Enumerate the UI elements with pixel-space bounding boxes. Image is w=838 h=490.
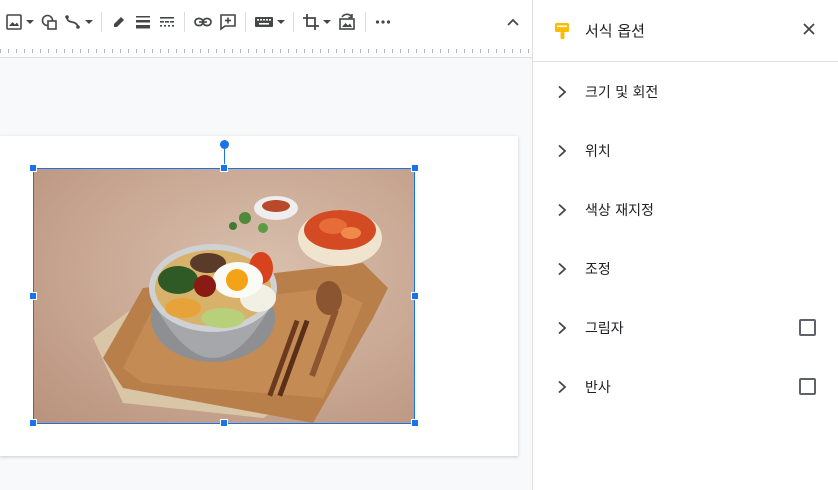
- replace-image-button[interactable]: [334, 7, 360, 37]
- crop-icon: [303, 14, 319, 30]
- section-position[interactable]: 위치: [533, 121, 838, 180]
- pen-color-icon: [114, 17, 124, 27]
- crop-button[interactable]: [299, 7, 334, 37]
- slides-editor: 서식 옵션 크기 및 회전 위치 색상 재지정 조정 그림자 반사: [0, 0, 838, 490]
- chevron-right-icon: [558, 262, 567, 275]
- chevron-right-icon: [558, 85, 567, 98]
- section-size-rotation[interactable]: 크기 및 회전: [533, 62, 838, 121]
- image-selection-border: [33, 168, 415, 424]
- line-button[interactable]: [61, 7, 96, 37]
- section-label: 위치: [585, 143, 611, 160]
- section-adjustments[interactable]: 조정: [533, 239, 838, 298]
- add-comment-button[interactable]: [216, 7, 240, 37]
- alt-text-button[interactable]: [251, 7, 288, 37]
- resize-handle-top-left[interactable]: [29, 164, 37, 172]
- section-recolor[interactable]: 색상 재지정: [533, 180, 838, 239]
- comment-add-icon: [220, 14, 236, 31]
- toolbar-divider: [184, 12, 185, 32]
- resize-handle-bottom-right[interactable]: [411, 419, 419, 427]
- resize-handle-bottom[interactable]: [220, 419, 228, 427]
- border-color-button[interactable]: [107, 7, 131, 37]
- line-weight-icon: [136, 16, 150, 29]
- resize-handle-top[interactable]: [220, 164, 228, 172]
- reflection-checkbox[interactable]: [799, 378, 816, 395]
- line-dash-icon: [160, 17, 174, 27]
- chevron-right-icon: [558, 321, 567, 334]
- chevron-down-icon: [26, 20, 34, 24]
- panel-header: 서식 옵션: [533, 0, 838, 62]
- chevron-down-icon: [85, 20, 93, 24]
- image-icon: [6, 14, 22, 30]
- shape-button[interactable]: [37, 7, 61, 37]
- panel-title: 서식 옵션: [585, 22, 645, 40]
- toolbar-divider: [101, 12, 102, 32]
- resize-handle-left[interactable]: [29, 292, 37, 300]
- section-label: 조정: [585, 261, 611, 278]
- toolbar-divider: [293, 12, 294, 32]
- section-drop-shadow[interactable]: 그림자: [533, 298, 838, 357]
- resize-handle-bottom-left[interactable]: [29, 419, 37, 427]
- chevron-right-icon: [558, 203, 567, 216]
- chevron-right-icon: [558, 380, 567, 393]
- insert-image-button[interactable]: [2, 7, 37, 37]
- shape-icon: [41, 14, 57, 30]
- ruler: [0, 44, 532, 58]
- border-weight-button[interactable]: [131, 7, 155, 37]
- insert-link-button[interactable]: [190, 7, 216, 37]
- chevron-down-icon: [323, 20, 331, 24]
- more-icon: [375, 20, 391, 24]
- collapse-icon: [507, 18, 519, 26]
- toolbar-divider: [245, 12, 246, 32]
- section-label: 색상 재지정: [585, 202, 654, 219]
- chevron-right-icon: [558, 144, 567, 157]
- toolbar: [0, 0, 532, 44]
- section-label: 그림자: [585, 320, 624, 337]
- resize-handle-right[interactable]: [411, 292, 419, 300]
- section-label: 크기 및 회전: [585, 84, 659, 101]
- keyboard-icon: [255, 17, 273, 27]
- hide-menus-button[interactable]: [502, 7, 524, 37]
- section-label: 반사: [585, 379, 611, 396]
- slide-canvas: [0, 58, 532, 490]
- border-dash-button[interactable]: [155, 7, 179, 37]
- format-paint-icon: [555, 22, 569, 39]
- more-options-button[interactable]: [371, 7, 395, 37]
- chevron-down-icon: [277, 20, 285, 24]
- line-icon: [65, 15, 80, 29]
- close-icon[interactable]: [802, 22, 816, 36]
- resize-handle-top-right[interactable]: [411, 164, 419, 172]
- rotation-handle[interactable]: [220, 140, 229, 149]
- toolbar-divider: [365, 12, 366, 32]
- section-reflection[interactable]: 반사: [533, 357, 838, 416]
- replace-image-icon: [339, 13, 355, 30]
- format-options-panel: 서식 옵션 크기 및 회전 위치 색상 재지정 조정 그림자 반사: [532, 0, 838, 490]
- drop-shadow-checkbox[interactable]: [799, 319, 816, 336]
- link-icon: [194, 17, 212, 27]
